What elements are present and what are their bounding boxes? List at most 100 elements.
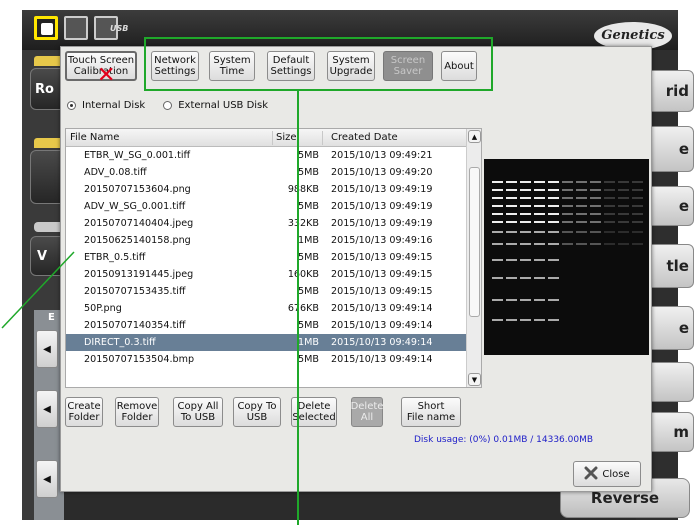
file-date-cell: 2015/10/13 09:49:14 (331, 337, 433, 348)
gel-band (520, 243, 531, 245)
copy-to-usb-button[interactable]: Copy To USB (233, 397, 281, 427)
tab-touch-screen-calibration[interactable]: Touch Screen Calibration ✕ (65, 51, 137, 87)
gel-band (632, 213, 643, 215)
gel-band (506, 205, 517, 207)
file-size-cell: 5MB (298, 252, 319, 263)
gel-band (492, 319, 503, 321)
file-size-cell: 1MB (298, 235, 319, 246)
file-name-cell: 20150707153604.png (84, 184, 191, 195)
table-row[interactable]: 20150707153604.png 988KB 2015/10/13 09:49:… (66, 181, 466, 198)
gel-band (548, 231, 559, 233)
gel-band (562, 181, 573, 183)
remove-folder-button[interactable]: Remove Folder (115, 397, 159, 427)
file-date-cell: 2015/10/13 09:49:14 (331, 320, 433, 331)
table-row[interactable]: 50P.png 676KB 2015/10/13 09:49:14 (66, 300, 466, 317)
table-row[interactable]: 20150913191445.jpeg 160KB 2015/10/13 09:49… (66, 266, 466, 283)
create-folder-button[interactable]: Create Folder (65, 397, 103, 427)
column-file-name[interactable]: File Name (70, 132, 119, 143)
file-date-cell: 2015/10/13 09:49:15 (331, 269, 433, 280)
gel-band (492, 221, 503, 223)
gel-band (506, 243, 517, 245)
gel-band (520, 189, 531, 191)
left-arrow-button[interactable]: ◀ (36, 460, 58, 498)
table-row[interactable]: DIRECT_0.3.tiff 1MB 2015/10/13 09:49:14 (66, 334, 466, 351)
file-date-cell: 2015/10/13 09:49:15 (331, 252, 433, 263)
external-usb-disk-radio[interactable] (163, 101, 173, 110)
short-file-name-button[interactable]: Short File name (401, 397, 461, 427)
column-size[interactable]: Size (276, 132, 297, 143)
gel-band (548, 221, 559, 223)
file-list[interactable]: File Name Size Created Date ETBR_W_SG_0.… (65, 128, 482, 388)
pointer-line-left (1, 251, 75, 329)
table-row[interactable]: 20150707140404.jpeg 332KB 2015/10/13 09:49… (66, 215, 466, 232)
scroll-down-icon[interactable]: ▼ (468, 373, 481, 386)
printer-icon[interactable] (64, 16, 88, 40)
gel-band (604, 189, 615, 191)
gel-band (534, 189, 545, 191)
gel-band (604, 181, 615, 183)
table-row[interactable]: ETBR_0.5.tiff 5MB 2015/10/13 09:49:15 (66, 249, 466, 266)
gel-lane (562, 159, 573, 355)
disk-source-selector: Internal Disk External USB Disk (67, 100, 268, 111)
gel-band (520, 197, 531, 199)
gel-band (492, 213, 503, 215)
gel-band (576, 221, 587, 223)
gel-band (492, 189, 503, 191)
table-row[interactable]: 20150625140158.png 1MB 2015/10/13 09:49:16 (66, 232, 466, 249)
gel-band (506, 181, 517, 183)
gel-band (492, 259, 503, 261)
table-row[interactable]: 20150707153435.tiff 5MB 2015/10/13 09:49:1… (66, 283, 466, 300)
delete-all-button[interactable]: Delete All (351, 397, 383, 427)
gel-band (590, 205, 601, 207)
record-icon[interactable] (34, 16, 58, 40)
gel-band (590, 213, 601, 215)
gel-band (492, 205, 503, 207)
close-label: Close (602, 468, 630, 480)
file-name-cell: 20150707140354.tiff (84, 320, 186, 331)
table-row[interactable]: 20150707153504.bmp 5MB 2015/10/13 09:49:14 (66, 351, 466, 368)
internal-disk-radio[interactable] (67, 101, 76, 110)
table-row[interactable]: 20150707140354.tiff 5MB 2015/10/13 09:49:1… (66, 317, 466, 334)
left-panel-button[interactable]: Ro (30, 68, 64, 110)
gel-band (618, 231, 629, 233)
gel-band (562, 197, 573, 199)
gel-band (562, 243, 573, 245)
gel-band (548, 299, 559, 301)
gel-band (506, 299, 517, 301)
scroll-up-icon[interactable]: ▲ (468, 130, 481, 143)
gel-band (534, 243, 545, 245)
close-button[interactable]: Close (573, 461, 641, 487)
gel-band (534, 197, 545, 199)
gel-band (576, 205, 587, 207)
gel-band (618, 197, 629, 199)
left-panel-button[interactable] (30, 150, 64, 204)
gel-band (618, 221, 629, 223)
gel-band (632, 189, 643, 191)
left-arrow-button[interactable]: ◀ (36, 330, 58, 368)
gel-band (632, 243, 643, 245)
gel-band (632, 181, 643, 183)
file-name-cell: ETBR_W_SG_0.001.tiff (84, 150, 191, 161)
gel-band (506, 213, 517, 215)
gel-band (548, 259, 559, 261)
file-size-cell: 988KB (287, 184, 319, 195)
file-size-cell: 5MB (298, 167, 319, 178)
file-list-scrollbar[interactable]: ▲ ▼ (466, 129, 481, 387)
gel-band (506, 259, 517, 261)
column-created-date[interactable]: Created Date (331, 132, 398, 143)
scrollbar-thumb[interactable] (469, 167, 480, 317)
gel-band (534, 213, 545, 215)
left-arrow-button[interactable]: ◀ (36, 390, 58, 428)
file-date-cell: 2015/10/13 09:49:19 (331, 201, 433, 212)
table-row[interactable]: ETBR_W_SG_0.001.tiff 5MB 2015/10/13 09:49:… (66, 147, 466, 164)
gel-band (604, 213, 615, 215)
gel-band (548, 205, 559, 207)
gel-band (548, 181, 559, 183)
gel-band (618, 205, 629, 207)
gel-band (520, 213, 531, 215)
gel-band (534, 299, 545, 301)
table-row[interactable]: ADV_W_SG_0.001.tiff 5MB 2015/10/13 09:49:1… (66, 198, 466, 215)
copy-all-to-usb-button[interactable]: Copy All To USB (173, 397, 223, 427)
table-row[interactable]: ADV_0.08.tiff 5MB 2015/10/13 09:49:20 (66, 164, 466, 181)
gel-band (534, 231, 545, 233)
